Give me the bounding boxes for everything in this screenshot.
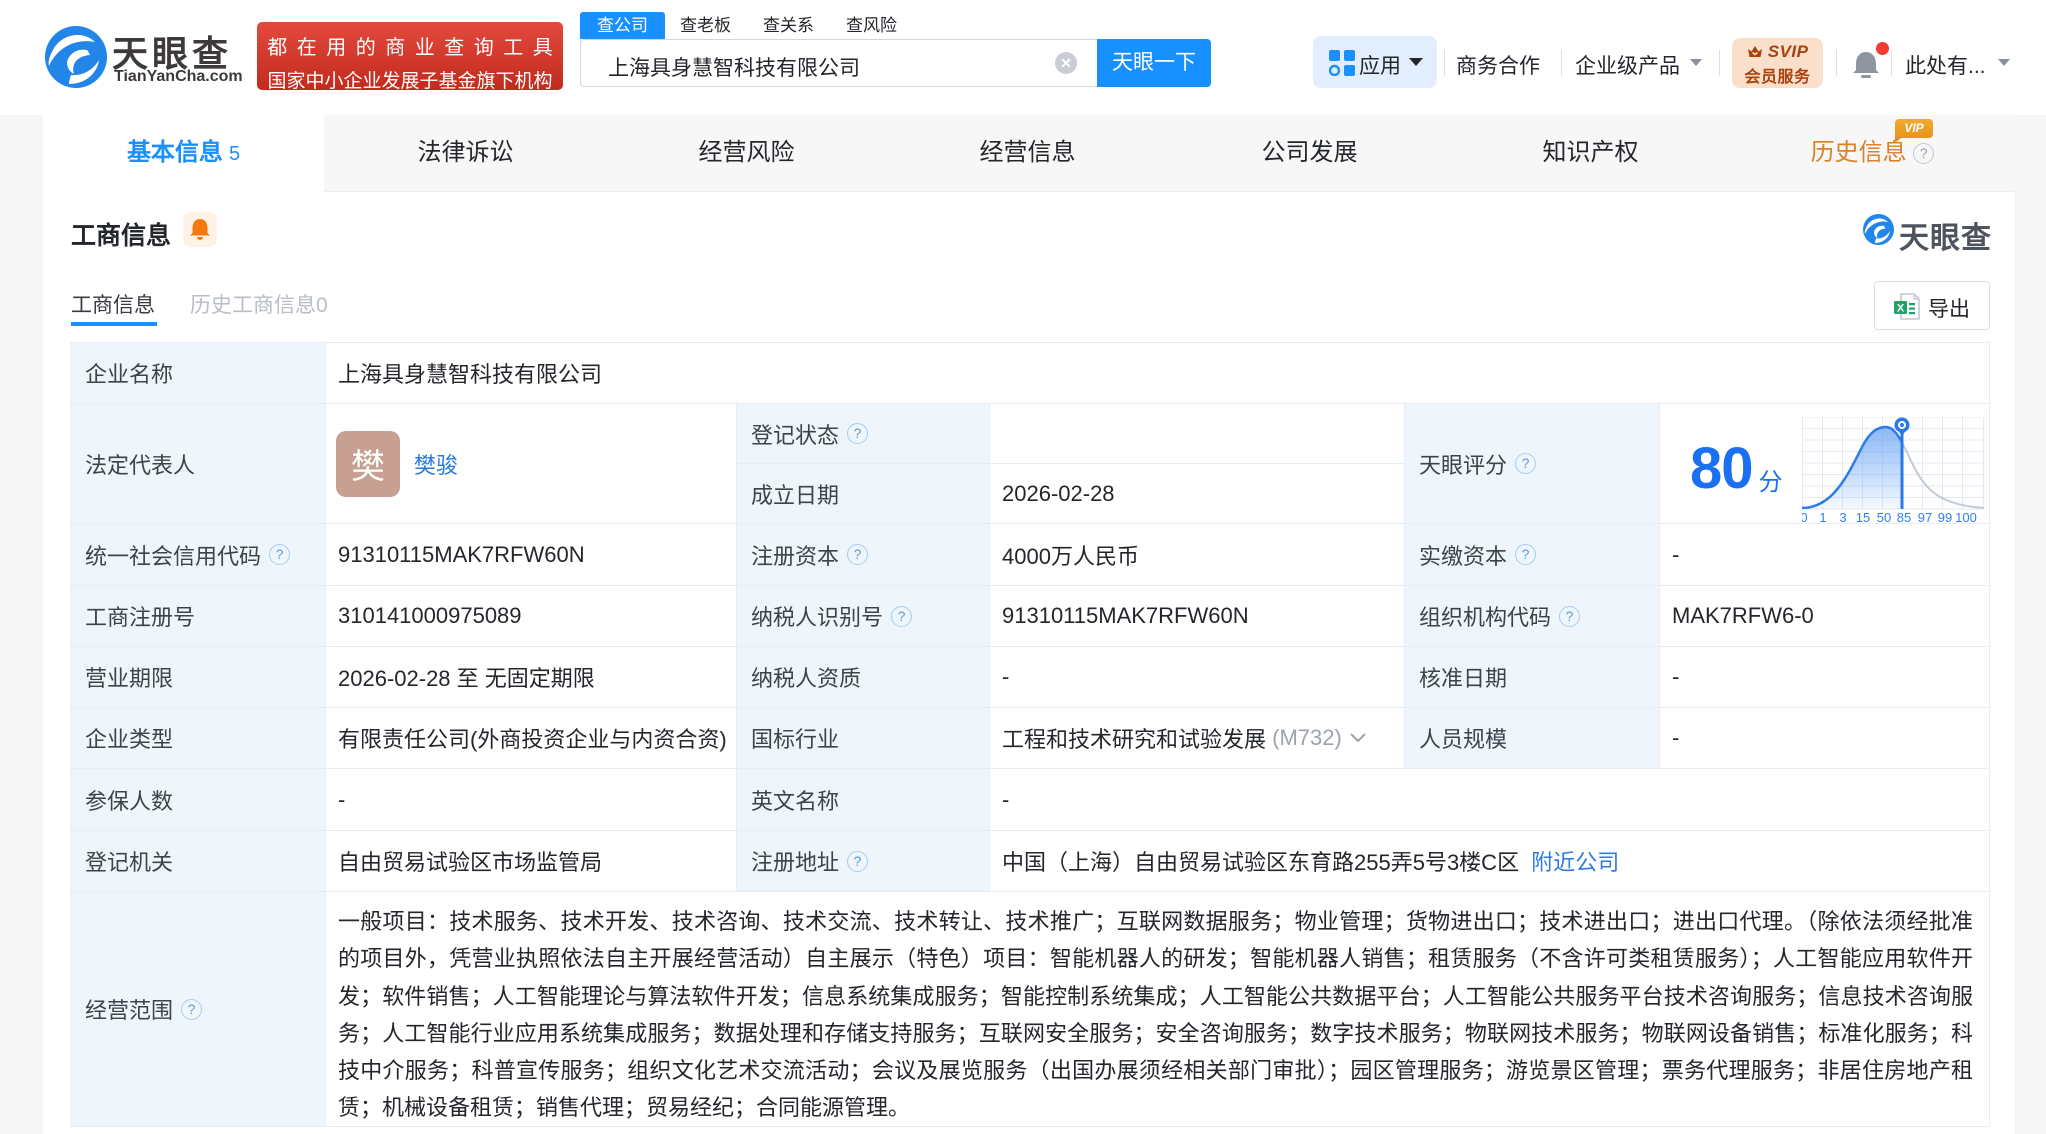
svg-text:97: 97 <box>1918 510 1932 525</box>
svg-text:100: 100 <box>1955 510 1977 525</box>
svg-text:85: 85 <box>1897 510 1911 525</box>
svg-text:0: 0 <box>1802 510 1808 525</box>
svg-text:3: 3 <box>1839 510 1846 525</box>
svg-text:X: X <box>1897 303 1905 315</box>
svg-text:50: 50 <box>1877 510 1891 525</box>
svg-text:15: 15 <box>1856 510 1870 525</box>
svg-text:1: 1 <box>1819 510 1826 525</box>
svg-text:99: 99 <box>1938 510 1952 525</box>
